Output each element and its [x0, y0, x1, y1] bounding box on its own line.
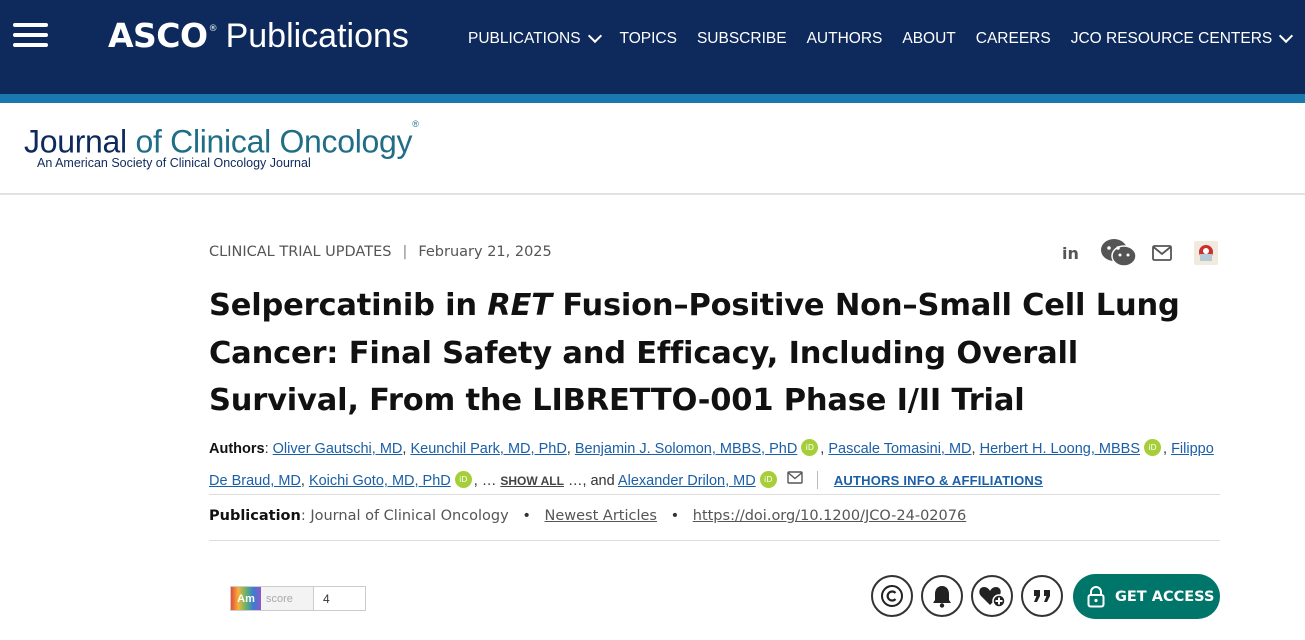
- journal-name: Journal of Clinical Oncology: [310, 508, 509, 524]
- article-type: CLINICAL TRIAL UPDATES: [209, 244, 392, 260]
- main-menu: PUBLICATIONS TOPICS SUBSCRIBE AUTHORS AB…: [468, 28, 1305, 49]
- mendeley-icon[interactable]: [1192, 239, 1220, 267]
- logo-publications-text: Publications: [225, 17, 409, 55]
- author-link[interactable]: Alexander Drilon, MD: [618, 473, 756, 489]
- chevron-down-icon: [1279, 28, 1294, 44]
- journal-title-rest: of Clinical Oncology: [135, 123, 413, 160]
- copyright-icon: [881, 585, 903, 607]
- orcid-icon[interactable]: iD: [759, 471, 777, 488]
- linkedin-icon[interactable]: in: [1060, 239, 1084, 267]
- quote-icon: [1034, 590, 1050, 602]
- email-icon[interactable]: [1151, 239, 1173, 267]
- altmetric-score: 4: [314, 586, 366, 611]
- authors-label: Authors: [209, 441, 265, 457]
- nav-item-subscribe[interactable]: SUBSCRIBE: [697, 30, 787, 48]
- nav-item-topics[interactable]: TOPICS: [620, 30, 677, 48]
- article-title: Selpercatinib in RET Fusion–Positive Non…: [209, 288, 1180, 418]
- lock-icon: [1087, 585, 1105, 607]
- title-italic-gene: RET: [487, 288, 552, 323]
- author-link[interactable]: Benjamin J. Solomon, MBBS, PhD: [575, 441, 797, 457]
- heart-plus-icon: [979, 587, 1006, 608]
- author-link[interactable]: Pascale Tomasini, MD: [828, 441, 971, 457]
- nav-item-jco-resource-centers[interactable]: JCO RESOURCE CENTERS: [1071, 28, 1294, 48]
- publication-info: Publication: Journal of Clinical Oncolog…: [209, 508, 967, 524]
- journal-title-word: Journal: [24, 123, 127, 160]
- svg-text:in: in: [1062, 244, 1079, 262]
- author-link[interactable]: Herbert H. Loong, MBBS: [980, 441, 1140, 457]
- orcid-icon[interactable]: iD: [1144, 439, 1161, 456]
- wechat-icon[interactable]: [1100, 239, 1138, 267]
- altmetric-badge[interactable]: Am score 4: [230, 586, 366, 611]
- email-icon[interactable]: [787, 471, 803, 484]
- asco-publications-logo[interactable]: ASCO ® Publications: [108, 16, 409, 56]
- logo-asco-text: ASCO: [108, 16, 208, 55]
- author-link[interactable]: Keunchil Park, MD, PhD: [410, 441, 566, 457]
- divider: [209, 540, 1220, 541]
- menu-hamburger-icon[interactable]: [13, 23, 48, 47]
- nav-item-about[interactable]: ABOUT: [902, 30, 955, 48]
- alert-button[interactable]: [921, 575, 963, 617]
- author-link[interactable]: Koichi Goto, MD, PhD: [309, 473, 451, 489]
- nav-item-careers[interactable]: CAREERS: [976, 30, 1051, 48]
- header-divider: [0, 193, 1305, 195]
- article-meta: CLINICAL TRIAL UPDATES | February 21, 20…: [209, 244, 552, 260]
- bell-icon: [933, 586, 951, 608]
- doi-link[interactable]: https://doi.org/10.1200/JCO-24-02076: [693, 508, 966, 524]
- favorite-button[interactable]: [971, 575, 1013, 617]
- publication-label: Publication: [209, 508, 301, 524]
- article-date: February 21, 2025: [418, 244, 552, 260]
- author-list: Authors: Oliver Gautschi, MD, Keunchil P…: [209, 439, 1214, 489]
- journal-logo[interactable]: Journal of Clinical Oncology® An America…: [24, 119, 419, 170]
- newest-articles-link[interactable]: Newest Articles: [545, 508, 657, 524]
- orcid-icon[interactable]: iD: [801, 439, 819, 456]
- authors-info-affiliations-link[interactable]: AUTHORS INFO & AFFILIATIONS: [834, 473, 1043, 488]
- permissions-button[interactable]: [871, 575, 913, 617]
- cite-button[interactable]: [1021, 575, 1063, 617]
- orcid-icon[interactable]: iD: [454, 471, 472, 488]
- get-access-label: GET ACCESS: [1115, 588, 1215, 605]
- chevron-down-icon: [587, 28, 602, 44]
- altmetric-logo-icon: Am: [231, 587, 261, 610]
- top-navigation-bar: ASCO ® Publications PUBLICATIONS TOPICS …: [0, 0, 1305, 94]
- author-link[interactable]: Oliver Gautschi, MD: [273, 441, 403, 457]
- get-access-button[interactable]: GET ACCESS: [1073, 574, 1220, 619]
- nav-item-authors[interactable]: AUTHORS: [807, 30, 883, 48]
- nav-item-publications[interactable]: PUBLICATIONS: [468, 28, 602, 48]
- show-all-authors-button[interactable]: SHOW ALL: [500, 474, 564, 488]
- nav-accent-stripe: [0, 94, 1305, 103]
- divider: [209, 494, 1220, 495]
